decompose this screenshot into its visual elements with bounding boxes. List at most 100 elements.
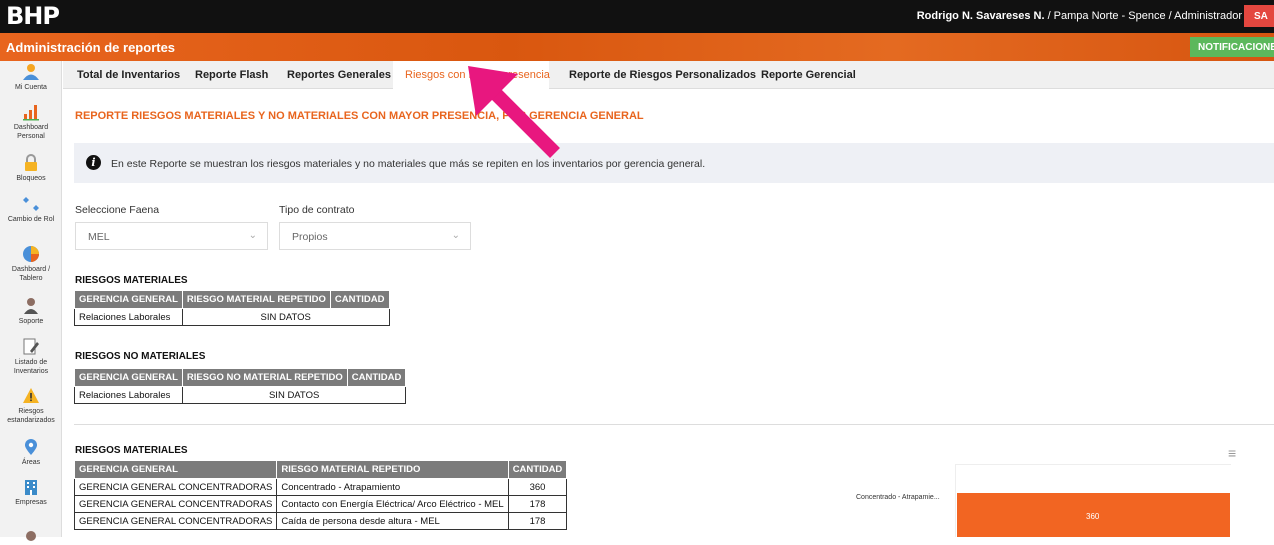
swap-icon — [23, 197, 39, 211]
section-title: RIESGOS MATERIALES — [75, 445, 188, 456]
riesgos-no-materiales-table: GERENCIA GENERAL RIESGO NO MATERIAL REPE… — [74, 368, 407, 404]
table-header-row: GERENCIA GENERAL RIESGO MATERIAL REPETID… — [73, 460, 568, 479]
notifications-button[interactable]: NOTIFICACIONE — [1190, 37, 1274, 57]
faena-label: Seleccione Faena — [75, 204, 160, 216]
annotation-arrow-icon — [468, 66, 560, 158]
section-header: Administración de reportes NOTIFICACIONE — [0, 33, 1274, 61]
user-name: Rodrigo N. Savareses N. — [916, 10, 1045, 22]
table-cell: Relaciones Laborales — [74, 308, 183, 326]
table-header-row: GERENCIA GENERAL RIESGO NO MATERIAL REPE… — [74, 368, 407, 387]
sidebar-item-label: Empresas — [15, 499, 47, 506]
tab-reporte-gerencial[interactable]: Reporte Gerencial — [761, 69, 856, 81]
sidebar-item-label: Soporte — [18, 318, 44, 325]
contrato-value: Propios — [292, 231, 328, 243]
sidebar-item-label: Listado de Inventarios — [13, 359, 49, 375]
chart-bar-value: 360 — [1086, 512, 1100, 521]
warning-icon — [23, 388, 39, 403]
sidebar-item-label: Áreas — [21, 459, 41, 466]
table-cell: GERENCIA GENERAL CONCENTRADORAS — [73, 495, 278, 513]
lock-icon — [25, 154, 37, 171]
tab-reporte-flash[interactable]: Reporte Flash — [195, 69, 268, 81]
table-row: Relaciones Laborales SIN DATOS — [74, 308, 390, 326]
info-text: En este Reporte se muestran los riesgos … — [111, 158, 706, 170]
sidebar-item-label: Riesgos estandarizados — [7, 408, 55, 424]
chevron-down-icon: ⌄ — [248, 230, 257, 241]
sidebar-item-dashboard-tablero[interactable]: Dashboard / Tablero — [0, 245, 62, 283]
sidebar-item-cambio-de-rol[interactable]: Cambio de Rol — [0, 195, 62, 224]
column-header: CANTIDAD — [346, 368, 407, 387]
table-cell: SIN DATOS — [181, 386, 407, 404]
info-box: i En este Reporte se muestran los riesgo… — [74, 143, 1274, 183]
chart-menu-icon[interactable]: ≡ — [1228, 445, 1236, 461]
table-row: GERENCIA GENERAL CONCENTRADORAS Contacto… — [73, 495, 568, 513]
column-header: GERENCIA GENERAL — [74, 290, 183, 309]
sidebar-item-bloqueos[interactable]: Bloqueos — [0, 154, 62, 183]
sidebar-item-listado-inventarios[interactable]: Listado de Inventarios — [0, 338, 62, 376]
table-cell: GERENCIA GENERAL CONCENTRADORAS — [73, 478, 278, 496]
tab-riesgos-personalizados[interactable]: Reporte de Riesgos Personalizados — [569, 69, 756, 81]
table-cell: Relaciones Laborales — [74, 386, 183, 404]
table-cell: GERENCIA GENERAL CONCENTRADORAS — [73, 512, 278, 530]
section-title: RIESGOS NO MATERIALES — [75, 351, 206, 362]
column-header: RIESGO MATERIAL REPETIDO — [181, 290, 331, 309]
sidebar-item-dashboard-personal[interactable]: Dashboard Personal — [0, 103, 62, 141]
table-cell: Concentrado - Atrapamiento — [276, 478, 509, 496]
section-divider — [74, 424, 1274, 425]
sidebar-item-more[interactable] — [0, 527, 62, 545]
user-icon — [23, 64, 39, 80]
sidebar-item-mi-cuenta[interactable]: Mi Cuenta — [0, 63, 62, 92]
support-person-icon — [24, 298, 38, 314]
tab-total-inventarios[interactable]: Total de Inventarios — [77, 69, 180, 81]
chevron-down-icon: ⌄ — [451, 230, 460, 241]
column-header: RIESGO MATERIAL REPETIDO — [276, 460, 509, 479]
sidebar-item-soporte[interactable]: Soporte — [0, 297, 62, 326]
column-header: GERENCIA GENERAL — [74, 368, 183, 387]
sidebar-item-label: Bloqueos — [16, 175, 46, 182]
faena-value: MEL — [88, 231, 110, 243]
sidebar-item-areas[interactable]: Áreas — [0, 438, 62, 467]
table-cell: 360 — [507, 478, 568, 496]
edit-document-icon — [23, 338, 39, 355]
table-row: Relaciones Laborales SIN DATOS — [74, 386, 407, 404]
contrato-select[interactable]: Propios ⌄ — [279, 222, 471, 250]
table-cell: 178 — [507, 495, 568, 513]
tab-reportes-generales[interactable]: Reportes Generales — [287, 69, 391, 81]
info-icon: i — [86, 155, 101, 170]
user-info: Rodrigo N. Savareses N. / Pampa Norte - … — [917, 10, 1242, 22]
user-context: / Pampa Norte - Spence / Administrador — [1044, 10, 1242, 22]
table-row: GERENCIA GENERAL CONCENTRADORAS Concentr… — [73, 478, 568, 496]
bar-chart-icon — [23, 105, 39, 121]
table-cell: 178 — [507, 512, 568, 530]
page-title: Administración de reportes — [6, 40, 176, 55]
sidebar-item-label: Dashboard Personal — [13, 124, 49, 140]
chart-category-label: Concentrado - Atrapamie... — [856, 494, 940, 501]
sidebar-item-label: Dashboard / Tablero — [11, 266, 51, 282]
sidebar-item-riesgos-estandarizados[interactable]: Riesgos estandarizados — [0, 387, 62, 425]
sidebar-item-empresas[interactable]: Empresas — [0, 478, 62, 507]
report-tabs: Total de Inventarios Reporte Flash Repor… — [63, 61, 1274, 89]
column-header: RIESGO NO MATERIAL REPETIDO — [181, 368, 348, 387]
table-cell: Caída de persona desde altura - MEL — [276, 512, 509, 530]
top-bar: BHP Rodrigo N. Savareses N. / Pampa Nort… — [0, 0, 1274, 33]
column-header: GERENCIA GENERAL — [73, 460, 278, 479]
riesgos-materiales-table: GERENCIA GENERAL RIESGO MATERIAL REPETID… — [74, 290, 390, 326]
sidebar: Mi Cuenta Dashboard Personal Bloqueos Ca… — [0, 61, 62, 541]
riesgos-materiales-detalle-table: GERENCIA GENERAL RIESGO MATERIAL REPETID… — [73, 460, 568, 530]
brand-logo[interactable]: BHP — [6, 2, 60, 30]
column-header: CANTIDAD — [329, 290, 390, 309]
table-cell: SIN DATOS — [181, 308, 390, 326]
table-header-row: GERENCIA GENERAL RIESGO MATERIAL REPETID… — [74, 290, 390, 309]
sidebar-item-label: Mi Cuenta — [15, 84, 47, 91]
building-icon — [25, 480, 37, 495]
contrato-label: Tipo de contrato — [279, 204, 355, 216]
logout-button[interactable]: SA — [1244, 5, 1274, 27]
table-cell: Contacto con Energía Eléctrica/ Arco Elé… — [276, 495, 509, 513]
map-pin-icon — [25, 439, 37, 455]
person-icon — [26, 531, 36, 541]
pie-chart-icon — [23, 246, 39, 262]
sidebar-item-label: Cambio de Rol — [7, 216, 55, 223]
table-row: GERENCIA GENERAL CONCENTRADORAS Caída de… — [73, 512, 568, 530]
section-title: RIESGOS MATERIALES — [75, 275, 188, 286]
faena-select[interactable]: MEL ⌄ — [75, 222, 268, 250]
column-header: CANTIDAD — [507, 460, 568, 479]
